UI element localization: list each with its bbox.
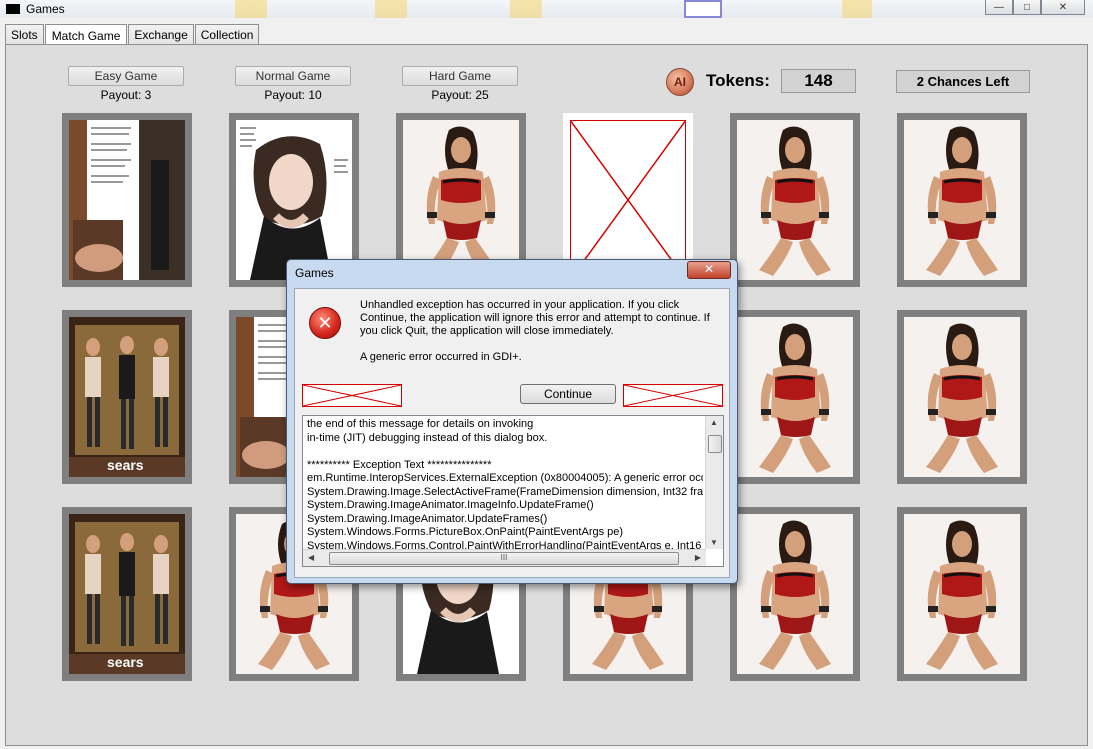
match-card[interactable]: sears (62, 310, 192, 484)
desktop-glimpse (684, 0, 722, 18)
window-title: Games (26, 2, 65, 16)
broken-image-icon (302, 384, 402, 407)
exception-line: System.Windows.Forms.PictureBox.OnPaint(… (307, 526, 624, 538)
desktop-glimpse (235, 0, 267, 18)
dialog-body: ✕ Unhandled exception has occurred in yo… (294, 288, 730, 578)
tokens-value: 148 (781, 69, 856, 93)
error-icon: ✕ (309, 307, 341, 339)
payout-label: Payout: 3 (100, 88, 152, 102)
exception-line: ********** Exception Text **************… (307, 458, 492, 471)
card-image (737, 514, 853, 674)
match-card[interactable]: sears (62, 507, 192, 681)
match-card[interactable] (897, 113, 1027, 287)
ai-logo-icon: AI (666, 68, 694, 96)
scroll-right-icon[interactable]: ▶ (695, 553, 701, 562)
dialog-close-icon[interactable]: ✕ (687, 261, 731, 279)
difficulty-hard: Hard Game Payout: 25 (402, 66, 518, 102)
tab-strip: Slots Match Game Exchange Collection (5, 23, 260, 46)
hard-game-button[interactable]: Hard Game (402, 66, 518, 86)
card-image (737, 120, 853, 280)
exception-details[interactable]: the end of this message for details on i… (302, 415, 724, 567)
card-image (904, 317, 1020, 477)
broken-image-icon (623, 384, 723, 407)
dialog-title: Games (295, 266, 334, 280)
match-card[interactable] (730, 310, 860, 484)
exception-line: System.Drawing.ImageAnimator.UpdateFrame… (307, 512, 548, 525)
match-card[interactable] (730, 113, 860, 287)
error-message: Unhandled exception has occurred in your… (360, 299, 710, 337)
error-dialog: Games ✕ ✕ Unhandled exception has occurr… (286, 259, 738, 584)
desktop-glimpse (510, 0, 542, 18)
exception-line: in-time (JIT) debugging instead of this … (307, 431, 548, 444)
maximize-icon[interactable]: □ (1013, 0, 1041, 15)
error-detail: A generic error occurred in GDI+. (360, 351, 522, 363)
scroll-thumb[interactable]: III (329, 552, 679, 565)
exception-line: the end of this message for details on i… (307, 418, 534, 430)
catalog-text: sears (107, 457, 144, 473)
match-card[interactable] (897, 310, 1027, 484)
card-image: sears (69, 317, 185, 477)
payout-label: Payout: 10 (264, 88, 322, 102)
easy-game-button[interactable]: Easy Game (68, 66, 184, 86)
match-card[interactable] (897, 507, 1027, 681)
vertical-scrollbar[interactable]: ▲ ▼ (705, 416, 723, 549)
card-image (403, 120, 519, 280)
tab-collection[interactable]: Collection (194, 24, 260, 45)
card-image (236, 120, 352, 280)
difficulty-normal: Normal Game Payout: 10 (235, 66, 351, 102)
exception-text: the end of this message for details on i… (307, 418, 703, 553)
minimize-icon[interactable]: — (985, 0, 1013, 15)
desktop-glimpse (375, 0, 407, 18)
exception-line: System.Drawing.ImageAnimator.ImageInfo.U… (307, 499, 594, 511)
card-image (69, 120, 185, 280)
exception-line: System.Drawing.Image.SelectActiveFrame(F… (307, 485, 703, 498)
difficulty-easy: Easy Game Payout: 3 (68, 66, 184, 102)
app-icon (6, 4, 20, 14)
broken-image-icon (570, 120, 686, 280)
tab-slots[interactable]: Slots (5, 24, 44, 45)
scroll-down-icon[interactable]: ▼ (710, 538, 718, 547)
payout-label: Payout: 25 (431, 88, 489, 102)
card-image (904, 514, 1020, 674)
match-card[interactable] (62, 113, 192, 287)
scroll-up-icon[interactable]: ▲ (710, 418, 718, 427)
tab-match-game[interactable]: Match Game (44, 24, 128, 46)
catalog-text: sears (107, 654, 144, 670)
desktop-glimpse (842, 0, 872, 18)
card-image (737, 317, 853, 477)
tokens-label: Tokens: (706, 71, 770, 90)
match-card[interactable] (730, 507, 860, 681)
continue-button[interactable]: Continue (520, 384, 616, 404)
exception-line: em.Runtime.InteropServices.ExternalExcep… (307, 472, 703, 484)
horizontal-scrollbar[interactable]: ◀ III ▶ (303, 549, 706, 566)
close-icon[interactable]: ✕ (1041, 0, 1085, 15)
scroll-left-icon[interactable]: ◀ (308, 553, 314, 562)
scroll-thumb[interactable] (708, 435, 722, 453)
title-bar: Games — □ ✕ (0, 0, 1093, 18)
normal-game-button[interactable]: Normal Game (235, 66, 351, 86)
tab-exchange[interactable]: Exchange (128, 24, 194, 45)
card-image (904, 120, 1020, 280)
chances-left: 2 Chances Left (896, 70, 1030, 93)
exception-line (307, 445, 703, 459)
card-image: sears (69, 514, 185, 674)
window-controls: — □ ✕ (985, 0, 1085, 15)
